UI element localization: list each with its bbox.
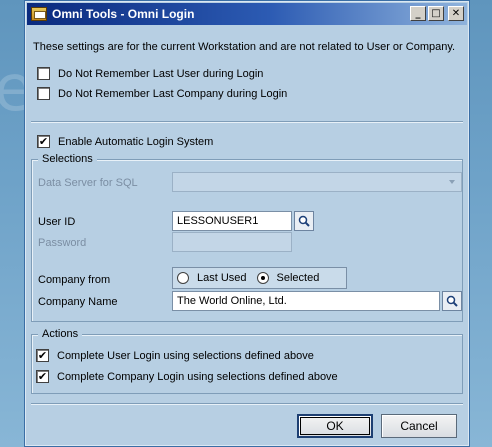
app-icon bbox=[31, 7, 47, 21]
cancel-button[interactable]: Cancel bbox=[381, 414, 457, 438]
company-from-radio-group: Last Used Selected bbox=[172, 267, 347, 289]
maximize-button[interactable]: □ bbox=[428, 6, 444, 21]
user-lookup-button[interactable] bbox=[294, 211, 314, 231]
user-id-value: LESSONUSER1 bbox=[177, 215, 259, 227]
option-label: Do Not Remember Last Company during Logi… bbox=[58, 87, 288, 100]
action-label: Complete User Login using selections def… bbox=[57, 349, 314, 362]
window-title: Omni Tools - Omni Login bbox=[52, 7, 195, 21]
omni-login-dialog: Omni Tools - Omni Login _ □ ✕ These sett… bbox=[24, 0, 470, 447]
ok-button[interactable]: OK bbox=[297, 414, 373, 438]
radio-last-used[interactable] bbox=[177, 272, 189, 284]
radio-selected-label: Selected bbox=[276, 272, 320, 284]
checkbox[interactable] bbox=[37, 87, 50, 100]
selections-group: Selections Data Server for SQL User ID L… bbox=[31, 153, 463, 322]
user-id-field[interactable]: LESSONUSER1 bbox=[172, 211, 292, 231]
option-label: Do Not Remember Last User during Login bbox=[58, 67, 264, 80]
window-controls: _ □ ✕ bbox=[410, 6, 464, 21]
selections-title: Selections bbox=[38, 153, 97, 165]
magnifier-icon bbox=[446, 295, 458, 307]
actions-title: Actions bbox=[38, 328, 83, 340]
password-field[interactable] bbox=[172, 232, 292, 252]
enable-auto-login[interactable]: ✔ Enable Automatic Login System bbox=[37, 135, 213, 148]
password-label: Password bbox=[38, 237, 87, 249]
option-no-remember-company[interactable]: Do Not Remember Last Company during Logi… bbox=[37, 87, 287, 100]
separator bbox=[31, 403, 463, 405]
data-server-label: Data Server for SQL bbox=[38, 177, 138, 189]
company-name-field[interactable]: The World Online, Ltd. bbox=[172, 291, 440, 311]
action-label: Complete Company Login using selections … bbox=[57, 370, 338, 383]
magnifier-icon bbox=[298, 215, 310, 227]
radio-selected[interactable] bbox=[256, 272, 269, 284]
user-id-label: User ID bbox=[38, 216, 76, 228]
checkbox-checked[interactable]: ✔ bbox=[37, 135, 50, 148]
info-text: These settings are for the current Works… bbox=[33, 41, 456, 53]
checkbox[interactable] bbox=[37, 67, 50, 80]
radio-last-used-label: Last Used bbox=[197, 272, 247, 284]
enable-auto-login-label: Enable Automatic Login System bbox=[58, 135, 214, 148]
dialog-content: These settings are for the current Works… bbox=[25, 27, 469, 446]
actions-group: Actions ✔ Complete User Login using sele… bbox=[31, 328, 463, 394]
company-name-label: Company Name bbox=[38, 296, 118, 308]
title-bar[interactable]: Omni Tools - Omni Login _ □ ✕ bbox=[27, 3, 467, 25]
company-from-label: Company from bbox=[38, 274, 111, 286]
data-server-dropdown[interactable] bbox=[172, 172, 462, 192]
chevron-down-icon bbox=[449, 180, 455, 184]
company-lookup-button[interactable] bbox=[442, 291, 462, 311]
separator bbox=[31, 121, 463, 123]
checkbox-checked[interactable]: ✔ bbox=[36, 370, 49, 383]
option-no-remember-user[interactable]: Do Not Remember Last User during Login bbox=[37, 67, 263, 80]
close-button[interactable]: ✕ bbox=[448, 6, 464, 21]
action-complete-user-login[interactable]: ✔ Complete User Login using selections d… bbox=[36, 349, 314, 362]
checkbox-checked[interactable]: ✔ bbox=[36, 349, 49, 362]
minimize-button[interactable]: _ bbox=[410, 6, 426, 21]
company-name-value: The World Online, Ltd. bbox=[177, 295, 287, 307]
action-complete-company-login[interactable]: ✔ Complete Company Login using selection… bbox=[36, 370, 338, 383]
